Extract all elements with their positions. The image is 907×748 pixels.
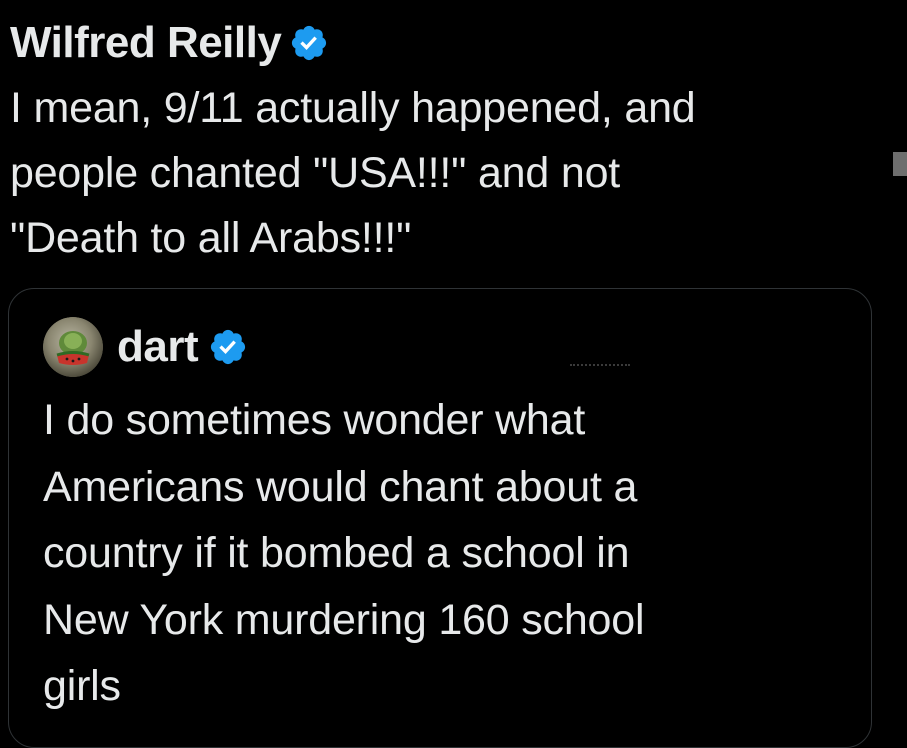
tweet-text: I mean, 9/11 actually happened, and peop… (10, 84, 696, 262)
author-name[interactable]: Wilfred Reilly (10, 14, 282, 72)
quoted-author-name[interactable]: dart (117, 317, 199, 377)
verified-badge-icon (208, 327, 248, 367)
quoted-tweet-card[interactable]: dart I do sometimes wonder what American… (8, 288, 872, 748)
handle-placeholder (570, 364, 630, 369)
tweet[interactable]: Wilfred Reilly I mean, 9/11 actually hap… (0, 0, 907, 748)
quoted-tweet-header: dart (43, 315, 248, 379)
quoted-tweet-text: I do sometimes wonder what Americans wou… (43, 396, 645, 710)
avatar[interactable] (43, 317, 103, 377)
scrollbar-thumb[interactable] (893, 152, 907, 176)
tweet-author-row: Wilfred Reilly (10, 14, 329, 72)
verified-badge-icon (289, 23, 329, 63)
